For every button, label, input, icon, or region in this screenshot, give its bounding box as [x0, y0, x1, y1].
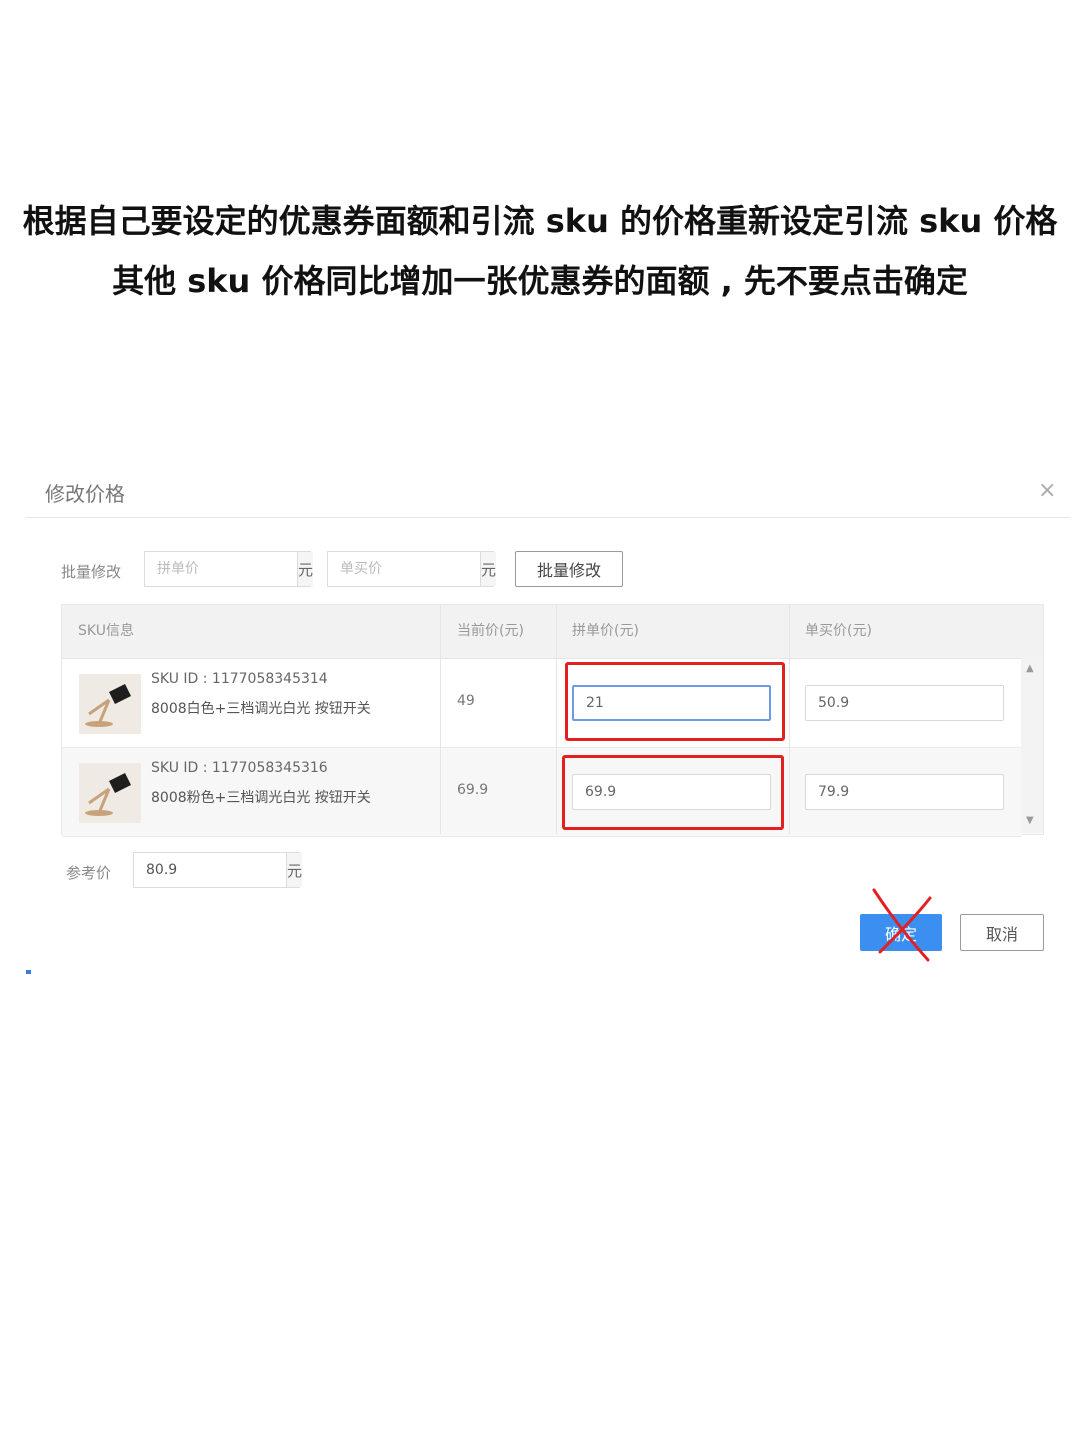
product-thumbnail [79, 763, 141, 823]
table-header: SKU信息 当前价(元) 拼单价(元) 单买价(元) [62, 605, 1043, 659]
sku-name: 8008粉色+三档调光白光 按钮开关 [151, 790, 371, 806]
current-price: 49 [457, 693, 475, 709]
scroll-up-icon[interactable]: ▲ [1026, 663, 1034, 674]
batch-modify-button[interactable]: 批量修改 [515, 551, 623, 587]
sku-table: SKU信息 当前价(元) 拼单价(元) 单买价(元) SKU ID : 1177… [61, 604, 1044, 837]
column-divider [789, 605, 790, 834]
cancel-button[interactable]: 取消 [960, 914, 1044, 951]
column-header-sku-info: SKU信息 [78, 623, 134, 639]
table-row: SKU ID : 1177058345316 8008粉色+三档调光白光 按钮开… [62, 748, 1022, 837]
single-price-input[interactable] [805, 774, 1004, 810]
sku-name: 8008白色+三档调光白光 按钮开关 [151, 701, 371, 717]
column-header-current-price: 当前价(元) [457, 623, 524, 639]
instruction-line-1: 根据自己要设定的优惠券面额和引流 sku 的价格重新设定引流 sku 价格 [22, 202, 1058, 240]
unit-label: 元 [286, 853, 303, 887]
confirm-button[interactable]: 确定 [860, 914, 942, 951]
column-header-group-price: 拼单价(元) [572, 623, 639, 639]
sku-id: SKU ID : 1177058345314 [151, 671, 328, 687]
instruction-line-2: 其他 sku 价格同比增加一张优惠券的面额 , 先不要点击确定 [112, 262, 968, 300]
current-price: 69.9 [457, 782, 489, 798]
dialog-title: 修改价格 [45, 482, 125, 506]
table-scrollbar[interactable] [1021, 657, 1043, 833]
highlight-box [562, 755, 784, 830]
column-divider [556, 605, 557, 834]
close-icon[interactable]: × [1038, 480, 1056, 502]
marker-dot [26, 970, 31, 974]
column-header-single-price: 单买价(元) [805, 623, 872, 639]
highlight-box [565, 662, 785, 741]
reference-price-field: 元 [133, 852, 303, 888]
batch-group-price-field: 元 [144, 551, 314, 587]
batch-group-price-input[interactable] [145, 552, 297, 586]
reference-price-input[interactable] [134, 853, 286, 887]
product-thumbnail [79, 674, 141, 734]
batch-single-price-field: 元 [327, 551, 497, 587]
column-divider [440, 605, 441, 834]
scroll-down-icon[interactable]: ▼ [1026, 815, 1034, 826]
reference-price-label: 参考价 [66, 864, 112, 882]
unit-label: 元 [480, 552, 497, 586]
batch-single-price-input[interactable] [328, 552, 480, 586]
table-row: SKU ID : 1177058345314 8008白色+三档调光白光 按钮开… [62, 659, 1022, 748]
sku-id: SKU ID : 1177058345316 [151, 760, 328, 776]
unit-label: 元 [297, 552, 314, 586]
single-price-input[interactable] [805, 685, 1004, 721]
title-divider [26, 517, 1070, 518]
batch-label: 批量修改 [61, 563, 122, 581]
